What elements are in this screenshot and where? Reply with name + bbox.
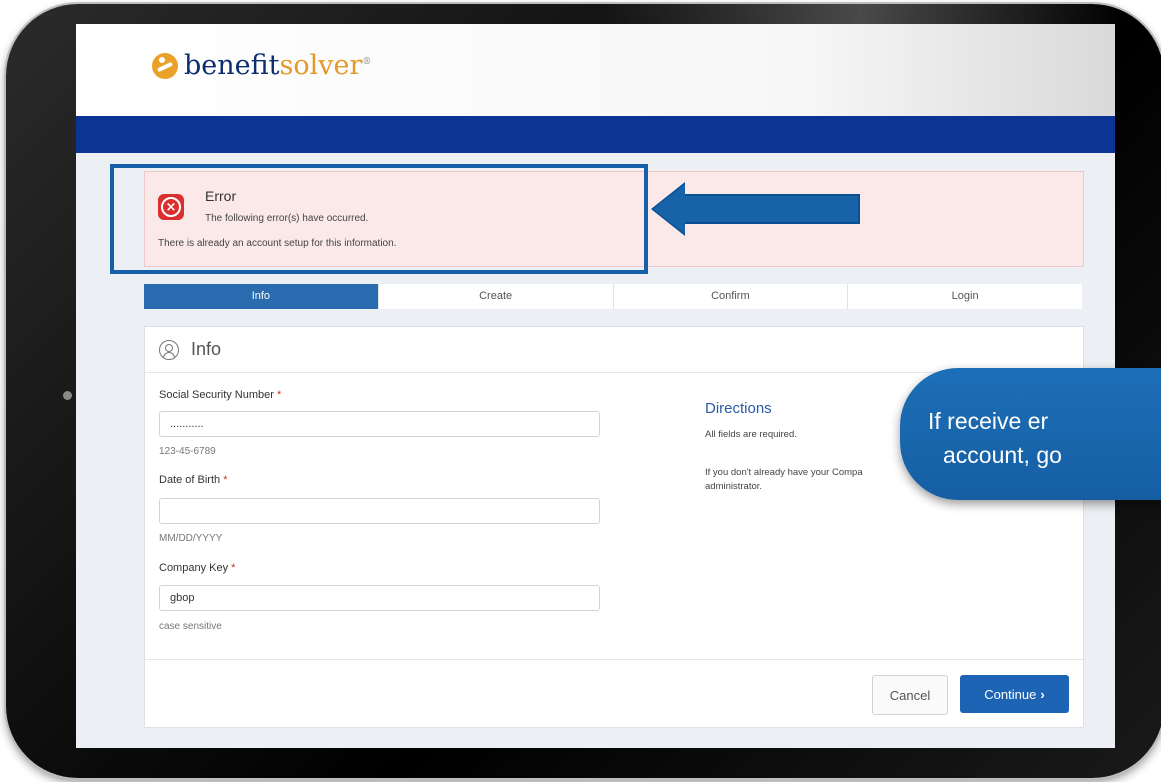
step-login[interactable]: Login [848, 284, 1082, 309]
ssn-required-mark: * [277, 389, 282, 401]
directions-title: Directions [705, 400, 772, 417]
company-key-input[interactable]: gbop [159, 585, 600, 611]
ssn-input[interactable]: ........... [159, 411, 600, 437]
step-tabs: Info Create Confirm Login [144, 284, 1082, 309]
step-create[interactable]: Create [379, 284, 614, 309]
callout-line2: account, go [943, 442, 1062, 468]
company-key-label: Company Key * [159, 562, 235, 574]
chevron-right-icon: › [1040, 686, 1045, 702]
callout-bubble: If receive er account, go [900, 368, 1161, 500]
dob-required-mark: * [223, 474, 228, 486]
step-confirm[interactable]: Confirm [614, 284, 849, 309]
continue-label: Continue [984, 686, 1037, 702]
registered-mark: ® [362, 57, 372, 67]
dob-input[interactable] [159, 498, 600, 524]
company-key-label-text: Company Key [159, 562, 229, 574]
ssn-help: 123-45-6789 [159, 446, 216, 457]
user-icon [159, 339, 179, 360]
ssn-label: Social Security Number * [159, 389, 281, 401]
error-highlight-box [110, 164, 648, 274]
logo-text-part2: solver [279, 50, 363, 81]
card-header: Info [145, 327, 1083, 373]
company-key-help: case sensitive [159, 621, 222, 632]
logo-text-part1: benefit [184, 50, 280, 81]
directions-line1: All fields are required. [705, 429, 797, 440]
dob-label: Date of Birth * [159, 474, 227, 486]
cancel-button[interactable]: Cancel [872, 675, 948, 715]
header: benefitsolver® [76, 24, 1115, 116]
dob-label-text: Date of Birth [159, 474, 221, 486]
logo-icon [152, 52, 178, 79]
callout-line1: If receive er [928, 408, 1049, 434]
logo-text: benefitsolver® [184, 50, 371, 81]
callout-text: If receive er account, go [900, 404, 1161, 472]
card-title: Info [191, 339, 222, 359]
company-key-required-mark: * [231, 562, 236, 574]
directions-line2: If you don't already have your Compa [705, 467, 863, 478]
directions-line3: administrator. [705, 481, 763, 492]
benefitsolver-logo[interactable]: benefitsolver® [152, 50, 371, 81]
navbar [76, 116, 1115, 153]
step-info[interactable]: Info [144, 284, 379, 309]
continue-button[interactable]: Continue › [960, 675, 1069, 713]
ssn-label-text: Social Security Number [159, 389, 274, 401]
dob-help: MM/DD/YYYY [159, 533, 223, 544]
pointer-arrow [651, 182, 860, 236]
camera-dot [63, 391, 72, 400]
